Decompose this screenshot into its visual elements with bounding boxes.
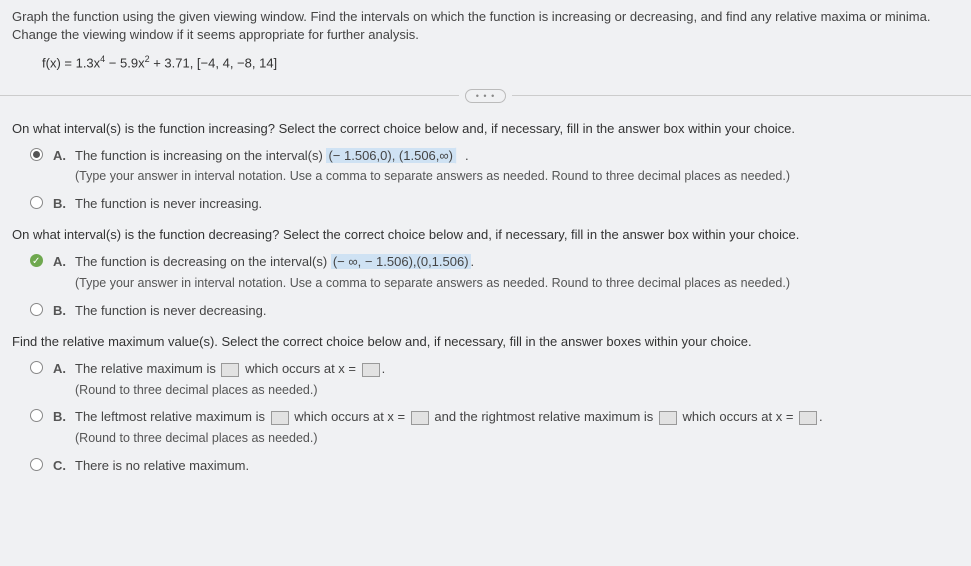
blank-input[interactable] (659, 411, 677, 425)
q1-options: A. The function is increasing on the int… (30, 146, 959, 214)
radio-icon[interactable] (30, 458, 43, 471)
q2a-answer[interactable]: (− ∞, − 1.506),(0,1.506) (331, 254, 471, 269)
q3b-mid2: and the rightmost relative maximum is (431, 409, 657, 424)
radio-icon[interactable] (30, 303, 43, 316)
q3b-mid1: which occurs at x = (291, 409, 409, 424)
q3-option-c[interactable]: C. There is no relative maximum. (30, 456, 959, 476)
opt-label: A. (53, 252, 69, 272)
q2a-lead: The function is decreasing on the interv… (75, 254, 331, 269)
question-page: Graph the function using the given viewi… (0, 0, 971, 566)
check-icon[interactable] (30, 254, 43, 267)
opt-label: A. (53, 359, 69, 379)
q2-prompt: On what interval(s) is the function decr… (12, 227, 959, 242)
radio-icon[interactable] (30, 148, 43, 161)
q1-prompt: On what interval(s) is the function incr… (12, 121, 959, 136)
opt-label: C. (53, 456, 69, 476)
q2-options: A. The function is decreasing on the int… (30, 252, 959, 320)
q3-option-a[interactable]: A. The relative maximum is which occurs … (30, 359, 959, 399)
q3-prompt: Find the relative maximum value(s). Sele… (12, 334, 959, 349)
opt-text: The function is never decreasing. (75, 301, 959, 321)
q2a-tail: . (471, 254, 475, 269)
q1a-tail: . (465, 148, 469, 163)
divider: • • • (0, 89, 971, 103)
q2-option-a[interactable]: A. The function is decreasing on the int… (30, 252, 959, 292)
q3a-lead: The relative maximum is (75, 361, 219, 376)
instructions: Graph the function using the given viewi… (12, 8, 959, 44)
q3-options: A. The relative maximum is which occurs … (30, 359, 959, 475)
q3-option-b[interactable]: B. The leftmost relative maximum is whic… (30, 407, 959, 447)
rule-right (512, 95, 971, 96)
blank-input[interactable] (221, 363, 239, 377)
q1a-answer[interactable]: (− 1.506,0), (1.506,∞) (326, 148, 455, 163)
opt-text: The relative maximum is which occurs at … (75, 359, 959, 399)
rule-left (0, 95, 459, 96)
opt-label: B. (53, 194, 69, 214)
expand-dots[interactable]: • • • (465, 89, 506, 103)
q3b-mid3: which occurs at x = (679, 409, 797, 424)
blank-input[interactable] (799, 411, 817, 425)
q2a-sub: (Type your answer in interval notation. … (75, 274, 959, 293)
radio-icon[interactable] (30, 361, 43, 374)
opt-label: A. (53, 146, 69, 166)
opt-text: The leftmost relative maximum is which o… (75, 407, 959, 447)
q1a-lead: The function is increasing on the interv… (75, 148, 326, 163)
q2-option-b[interactable]: B. The function is never decreasing. (30, 301, 959, 321)
radio-icon[interactable] (30, 196, 43, 209)
q3b-lead: The leftmost relative maximum is (75, 409, 269, 424)
opt-label: B. (53, 407, 69, 427)
opt-text: There is no relative maximum. (75, 456, 959, 476)
q3b-sub: (Round to three decimal places as needed… (75, 429, 959, 448)
caret-icon: ▏ (455, 148, 465, 163)
q1a-sub: (Type your answer in interval notation. … (75, 167, 959, 186)
opt-text: The function is decreasing on the interv… (75, 252, 959, 292)
q1-option-b[interactable]: B. The function is never increasing. (30, 194, 959, 214)
radio-icon[interactable] (30, 409, 43, 422)
q3a-mid: which occurs at x = (241, 361, 359, 376)
formula: f(x) = 1.3x4 − 5.9x2 + 3.71, [−4, 4, −8,… (42, 54, 959, 70)
q3b-tail: . (819, 409, 823, 424)
opt-label: B. (53, 301, 69, 321)
blank-input[interactable] (411, 411, 429, 425)
opt-text: The function is never increasing. (75, 194, 959, 214)
opt-text: The function is increasing on the interv… (75, 146, 959, 186)
q1-option-a[interactable]: A. The function is increasing on the int… (30, 146, 959, 186)
blank-input[interactable] (362, 363, 380, 377)
q3a-sub: (Round to three decimal places as needed… (75, 381, 959, 400)
q3a-tail: . (382, 361, 386, 376)
blank-input[interactable] (271, 411, 289, 425)
